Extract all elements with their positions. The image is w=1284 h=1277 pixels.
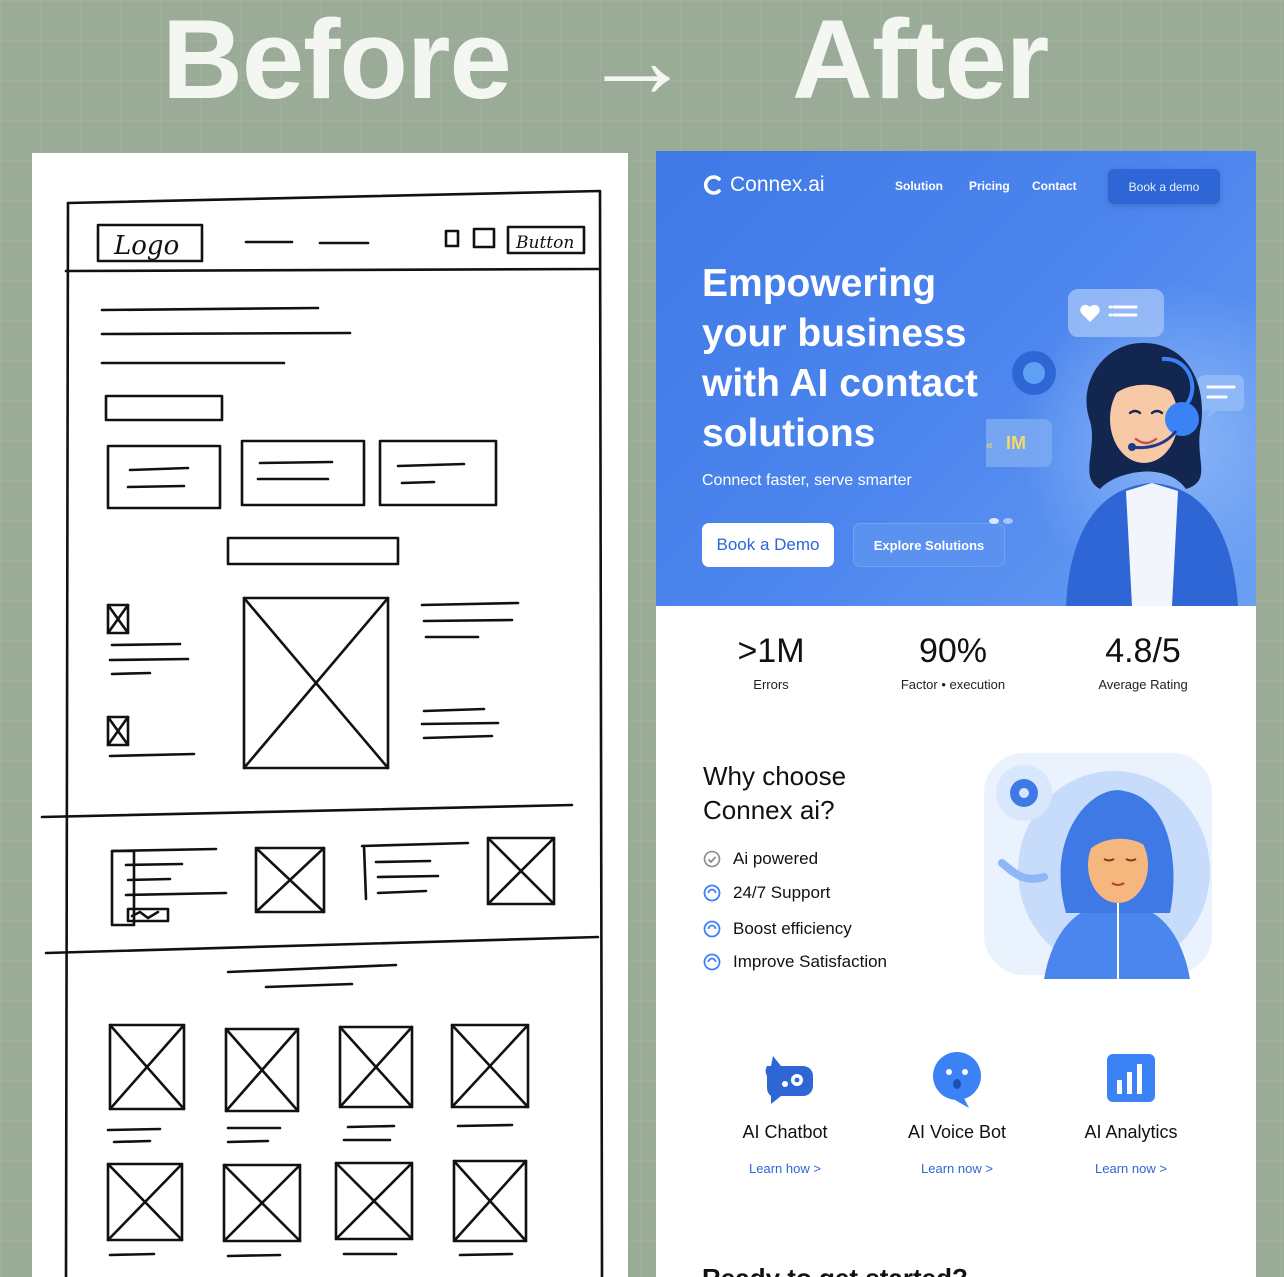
before-heading: Before [162, 0, 512, 122]
landing-page-mockup: Connex.ai Solution Pricing Contact Book … [656, 151, 1256, 1277]
hero-section: Connex.ai Solution Pricing Contact Book … [656, 151, 1256, 606]
stat-label: Errors [753, 677, 789, 692]
stat-label: Average Rating [1098, 677, 1188, 692]
svg-text:«: « [986, 438, 993, 452]
brand-name: Connex.ai [730, 173, 825, 196]
sketch-button-label: Button [515, 233, 574, 253]
feature-item: Ai powered [703, 849, 818, 869]
feature-label: 24/7 Support [733, 883, 831, 902]
brand-logo[interactable]: Connex.ai [702, 173, 825, 197]
voice-bot-icon [933, 1052, 981, 1108]
support-agent-illustration: « IM [986, 289, 1244, 606]
product-card-voice-bot[interactable]: AI Voice Bot Learn now > [872, 1046, 1042, 1177]
explore-solutions-button[interactable]: Explore Solutions [853, 523, 1005, 567]
arrow-icon: → [582, 0, 692, 121]
feature-item: Improve Satisfaction [703, 952, 887, 972]
check-circle-icon [703, 850, 721, 868]
stat-value: 4.8/5 [1105, 632, 1181, 670]
ai-assistant-illustration [984, 753, 1212, 979]
stat-value: >1M [737, 632, 805, 670]
check-circle-icon [703, 953, 721, 971]
stat-value: 90% [918, 632, 988, 670]
stat-efficiency: 90% Factor • execution [868, 631, 1038, 692]
book-demo-button[interactable]: Book a Demo [702, 523, 834, 567]
learn-more-link[interactable]: Learn how > [749, 1161, 821, 1176]
feature-item: Boost efficiency [703, 919, 852, 939]
product-card-chatbot[interactable]: AI Chatbot Learn how > [700, 1046, 870, 1177]
feature-label: Improve Satisfaction [733, 952, 888, 971]
feature-label: Ai powered [733, 849, 819, 868]
hero-subtitle: Connect faster, serve smarter [702, 472, 912, 489]
stat-users: >1M Errors [686, 631, 856, 692]
analytics-icon [1107, 1054, 1155, 1102]
wireframe-sketch: Logo Button [32, 153, 628, 1277]
product-card-analytics[interactable]: AI Analytics Learn now > [1046, 1046, 1216, 1177]
nav-link-pricing[interactable]: Pricing [969, 179, 1010, 193]
check-circle-icon [703, 884, 721, 902]
after-heading: After [792, 0, 1049, 122]
nav-book-demo-button[interactable]: Book a demo [1108, 169, 1220, 204]
chat-bubble-icon [1198, 375, 1244, 411]
feature-item: 24/7 Support [703, 883, 830, 903]
product-name: AI Chatbot [742, 1122, 828, 1142]
nav-link-contact[interactable]: Contact [1032, 179, 1077, 193]
stat-rating: 4.8/5 Average Rating [1058, 631, 1228, 692]
feature-label: Boost efficiency [733, 919, 852, 938]
hero-title: Empowering your business with AI contact… [702, 262, 978, 455]
brand-logo-icon [703, 175, 721, 195]
learn-more-link[interactable]: Learn now > [921, 1161, 993, 1176]
product-name: AI Voice Bot [907, 1122, 1007, 1142]
cta-heading: Ready to get started? [702, 1263, 968, 1277]
headset-icon [1165, 402, 1199, 436]
check-circle-icon [703, 920, 721, 938]
sketch-logo-label: Logo [113, 231, 179, 261]
stat-label: Factor • execution [900, 677, 1006, 692]
learn-more-link[interactable]: Learn now > [1095, 1161, 1167, 1176]
why-choose-title: Why choose Connex ai? [703, 761, 847, 825]
chatbot-icon [765, 1056, 813, 1104]
nav-link-solution[interactable]: Solution [895, 179, 943, 193]
im-bubble-text: IM [1006, 433, 1026, 453]
product-name: AI Analytics [1084, 1122, 1178, 1142]
